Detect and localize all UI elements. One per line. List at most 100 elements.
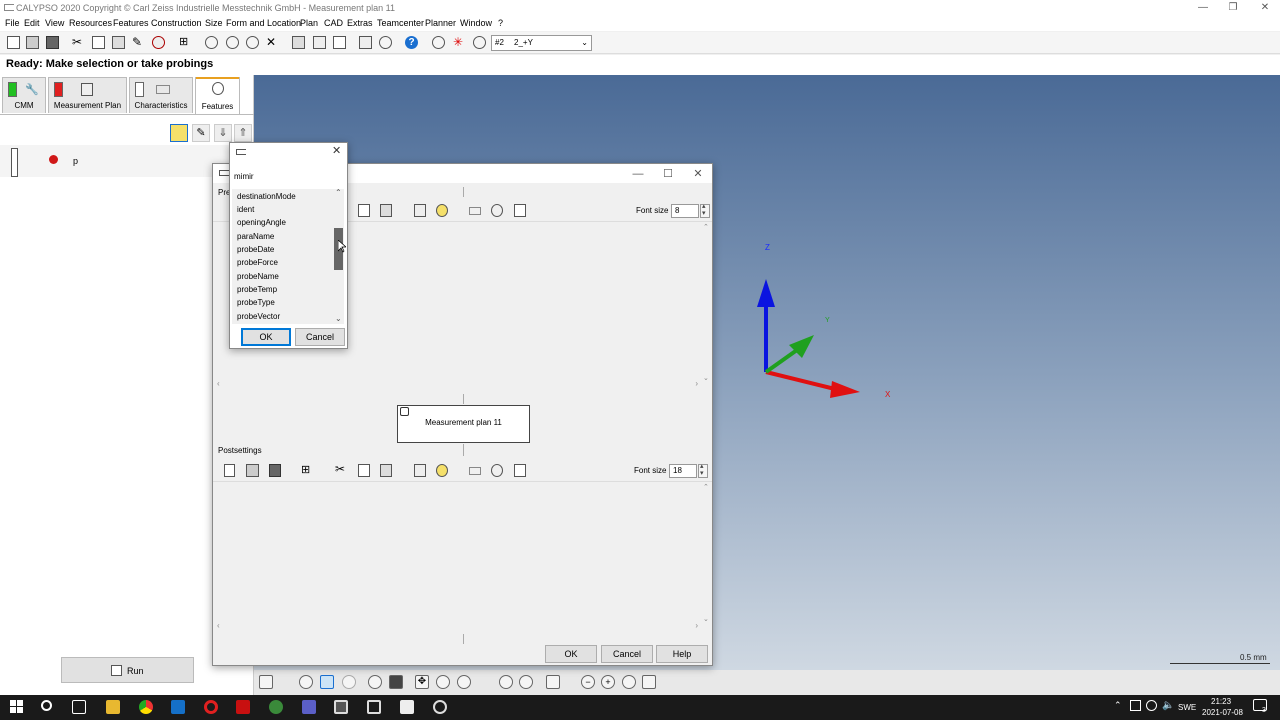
zoom-icon[interactable] — [622, 675, 636, 689]
postsettings-scrollbar[interactable]: ⌃ ⌄ — [702, 483, 711, 623]
dialog-close-icon[interactable]: ✕ — [332, 144, 341, 157]
app-icon[interactable] — [269, 700, 283, 714]
copy-icon[interactable] — [92, 36, 105, 49]
characteristic-icon[interactable] — [469, 207, 481, 215]
wifi-icon[interactable] — [1146, 700, 1157, 711]
hand-icon[interactable] — [436, 675, 450, 689]
tab-characteristics[interactable]: Characteristics — [129, 77, 193, 113]
calypso-task-icon-2[interactable] — [367, 700, 381, 714]
zoom-out-icon[interactable]: − — [581, 675, 595, 689]
probe-change-icon[interactable] — [432, 36, 445, 49]
editor-minimize-button[interactable]: — — [627, 168, 649, 182]
report-icon[interactable] — [333, 36, 346, 49]
editor-ok-button[interactable]: OK — [545, 645, 597, 663]
list-item[interactable]: openingAngle — [237, 218, 286, 227]
probe-icon[interactable] — [205, 36, 218, 49]
restore-button[interactable]: ❐ — [1218, 0, 1248, 16]
list-item[interactable]: probeDate — [237, 245, 274, 254]
paste-icon[interactable] — [380, 204, 392, 217]
tab-measurement-plan[interactable]: Measurement Plan — [48, 77, 127, 113]
chevron-right-icon[interactable]: › — [695, 379, 698, 388]
network-icon[interactable] — [1130, 700, 1141, 711]
windows-start-icon[interactable] — [10, 700, 24, 714]
cut-icon[interactable]: ✂ — [335, 462, 345, 476]
cube-icon[interactable] — [389, 675, 403, 689]
sphere-icon[interactable] — [342, 675, 356, 689]
probe-tool-icon[interactable] — [246, 36, 259, 49]
print-icon[interactable] — [292, 36, 305, 49]
chevron-down-icon[interactable]: ⌄ — [335, 314, 342, 323]
printer-setup-icon[interactable] — [313, 36, 326, 49]
list-item[interactable]: ident — [237, 205, 254, 214]
menu-size[interactable]: Size — [205, 18, 223, 28]
menu-resources[interactable]: Resources — [69, 18, 112, 28]
feature-view-icon[interactable] — [320, 675, 334, 689]
menu-extras[interactable]: Extras — [347, 18, 373, 28]
feature-icon[interactable] — [491, 204, 503, 217]
help-icon[interactable]: ? — [405, 36, 418, 49]
search-input[interactable]: mimir — [234, 172, 254, 181]
copy-icon[interactable] — [358, 464, 370, 477]
search-icon[interactable] — [41, 700, 52, 711]
menu-help[interactable]: ? — [498, 18, 503, 28]
editor-close-button[interactable]: ✕ — [687, 168, 709, 182]
list-item[interactable]: probeName — [237, 272, 279, 281]
parameter-list-scrollbar[interactable]: ⌃ ⌄ — [334, 188, 344, 323]
menu-cad[interactable]: CAD — [324, 18, 343, 28]
probe-axes-icon[interactable]: ✳ — [453, 36, 466, 49]
menu-features[interactable]: Features — [113, 18, 149, 28]
list-item[interactable]: probeForce — [237, 258, 278, 267]
new-icon[interactable] — [224, 464, 235, 477]
probe-select[interactable]: #2 2_+Y ⌄ — [491, 35, 592, 51]
move-down-icon[interactable]: ⇓ — [214, 124, 232, 142]
move-up-icon[interactable]: ⇑ — [234, 124, 252, 142]
delete-icon[interactable]: ✕ — [266, 36, 279, 49]
chevron-left-icon[interactable]: ‹ — [217, 621, 220, 630]
obs-icon[interactable] — [433, 700, 447, 714]
chevron-up-icon[interactable]: ⌃ — [703, 223, 709, 231]
format-icon[interactable] — [414, 464, 426, 477]
chevron-down-icon[interactable]: ⌄ — [703, 374, 709, 382]
pointer-icon[interactable] — [259, 675, 273, 689]
list-item[interactable]: probeTemp — [237, 285, 277, 294]
save-icon[interactable] — [269, 464, 281, 477]
measurement-plan-box[interactable]: Measurement plan 11 — [397, 405, 530, 443]
chevron-up-icon[interactable]: ⌃ — [335, 188, 342, 197]
search-icon[interactable] — [379, 36, 392, 49]
wizard-icon[interactable] — [436, 464, 448, 477]
chrome-icon[interactable] — [139, 700, 153, 714]
probe-view-icon[interactable] — [299, 675, 313, 689]
menu-file[interactable]: File — [5, 18, 20, 28]
rotate-left-icon[interactable] — [499, 675, 513, 689]
list-item[interactable]: probeVector — [237, 312, 280, 321]
presettings-scrollbar[interactable]: ⌃ ⌄ — [702, 223, 711, 382]
language-indicator[interactable]: SWE — [1178, 703, 1196, 712]
binoculars-icon[interactable]: ⊞ — [301, 463, 310, 476]
copy-icon[interactable] — [358, 204, 370, 217]
menu-edit[interactable]: Edit — [24, 18, 40, 28]
pan-icon[interactable]: ✥ — [415, 675, 429, 689]
menu-view[interactable]: View — [45, 18, 64, 28]
font-size-spinner[interactable] — [698, 462, 708, 478]
feature-icon[interactable] — [491, 464, 503, 477]
menu-teamcenter[interactable]: Teamcenter — [377, 18, 424, 28]
postsettings-hscroll[interactable]: ‹ › — [213, 621, 712, 632]
chevron-left-icon[interactable]: ‹ — [217, 379, 220, 388]
clock-date[interactable]: 2021-07-08 — [1202, 708, 1243, 717]
format-icon[interactable] — [414, 204, 426, 217]
opera-icon[interactable] — [204, 700, 218, 714]
menu-plan[interactable]: Plan — [300, 18, 318, 28]
tab-cmm[interactable]: 🔧 CMM — [2, 77, 46, 113]
editor-help-button[interactable]: Help — [656, 645, 708, 663]
menu-form-and-location[interactable]: Form and Location — [226, 18, 301, 28]
menu-window[interactable]: Window — [460, 18, 492, 28]
undo-icon[interactable] — [152, 36, 165, 49]
axes-view-icon[interactable] — [546, 675, 560, 689]
menu-construction[interactable]: Construction — [151, 18, 202, 28]
chevron-right-icon[interactable]: › — [695, 621, 698, 630]
font-size-input[interactable]: 18 — [669, 464, 697, 478]
report-icon[interactable] — [514, 204, 526, 217]
probe-settings-icon[interactable] — [226, 36, 239, 49]
save-icon[interactable] — [46, 36, 59, 49]
report-icon[interactable] — [514, 464, 526, 477]
